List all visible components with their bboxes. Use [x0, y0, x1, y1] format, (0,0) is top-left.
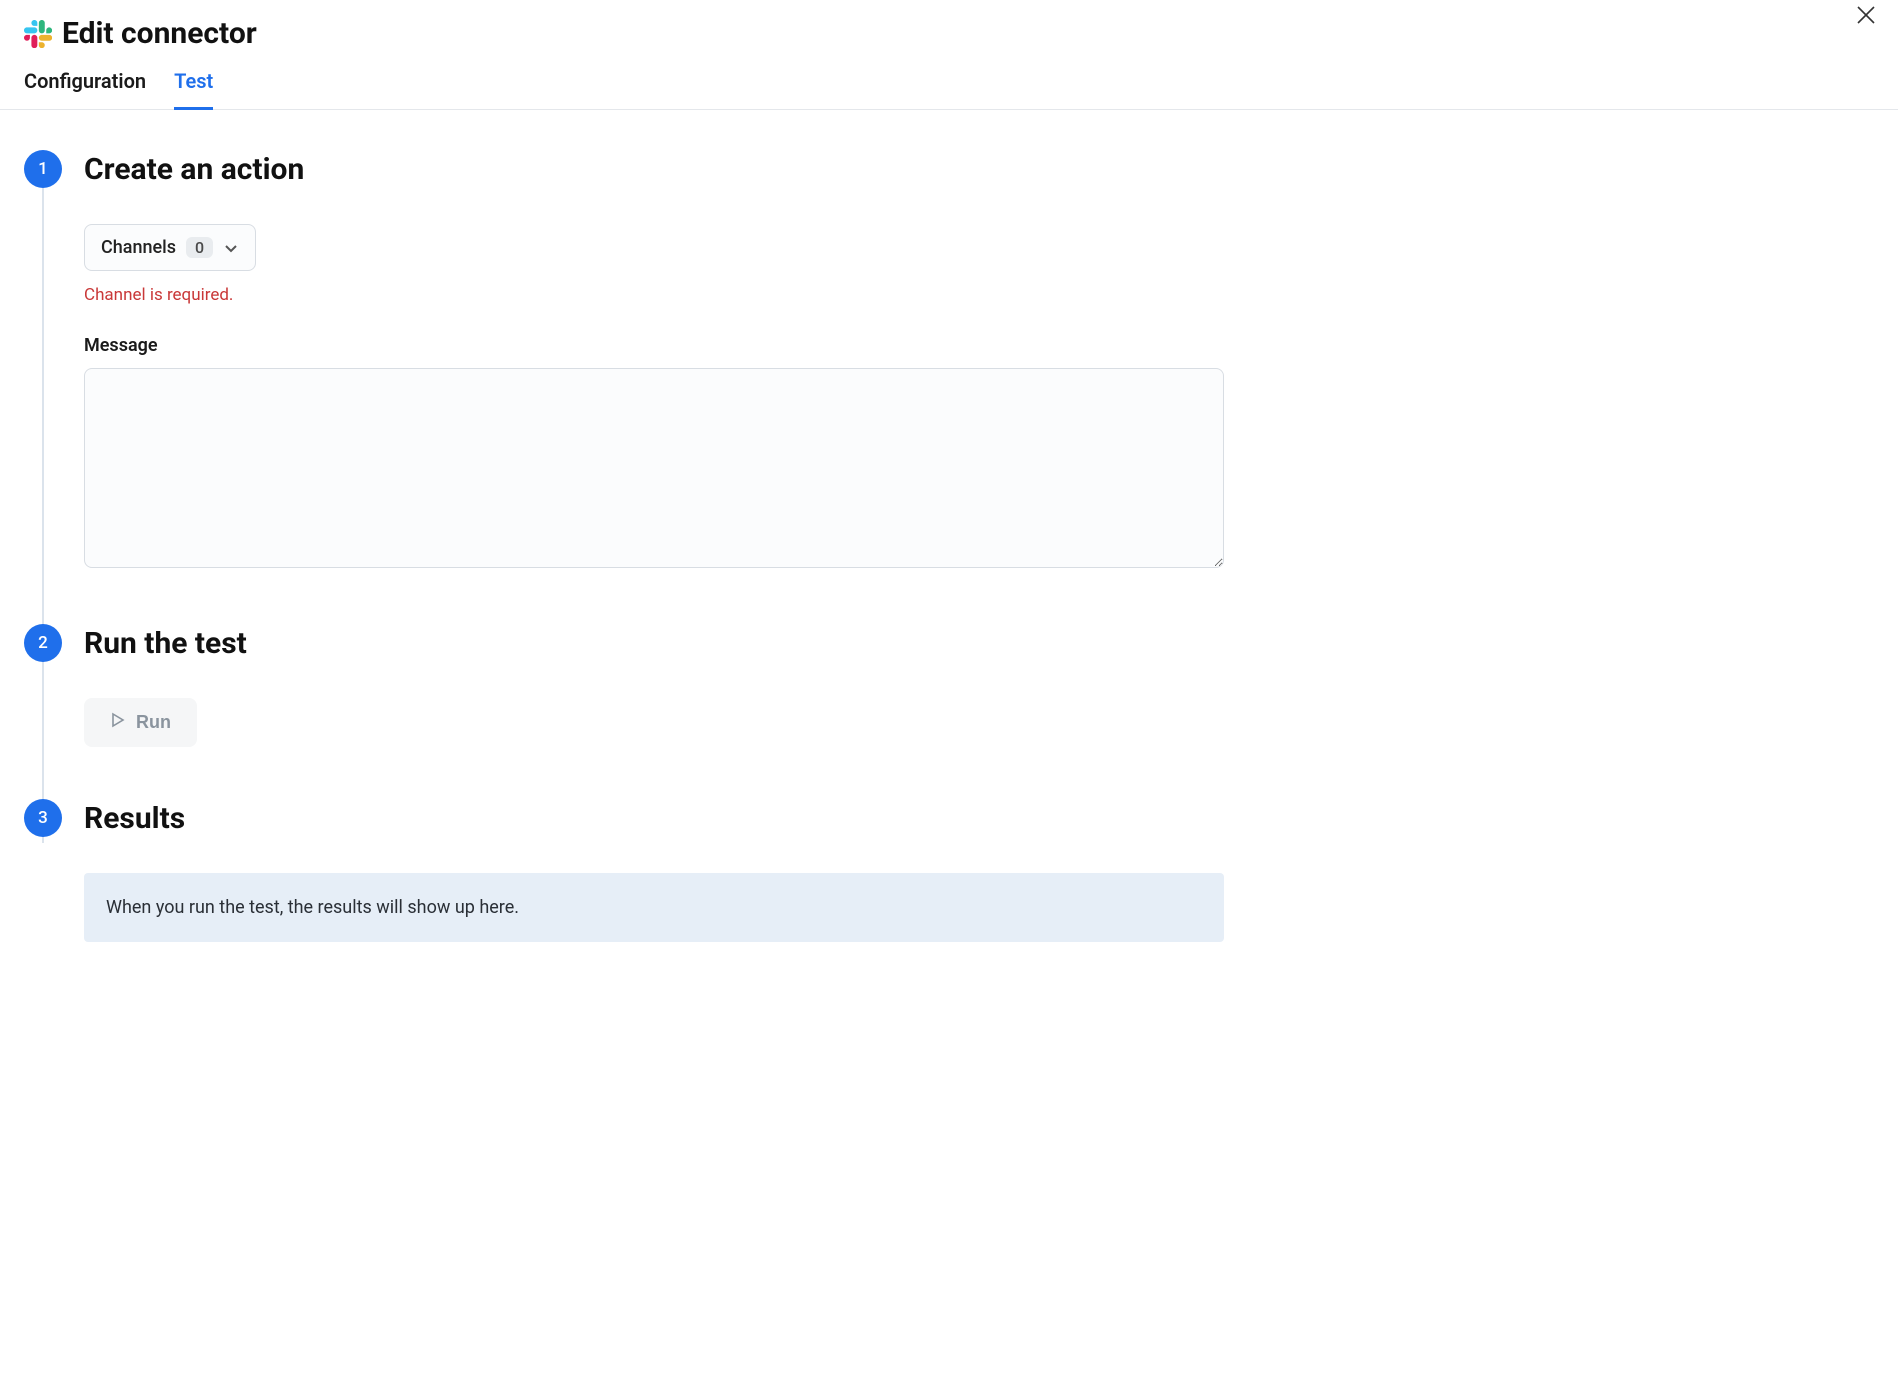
channels-error: Channel is required.	[84, 285, 1874, 305]
step-number-badge: 2	[24, 624, 62, 662]
step-run-test: 2 Run the test Run	[24, 624, 1874, 799]
chevron-down-icon	[223, 240, 239, 256]
message-label: Message	[84, 335, 1874, 356]
step-results: 3 Results When you run the test, the res…	[24, 799, 1874, 962]
slack-icon	[24, 20, 52, 48]
dropdown-count: 0	[186, 237, 213, 258]
close-button[interactable]	[1852, 2, 1880, 30]
step-create-action: 1 Create an action Channels 0 Channel is…	[24, 150, 1874, 624]
step-number-badge: 3	[24, 799, 62, 837]
step-connector-line	[42, 188, 44, 668]
run-button-label: Run	[136, 712, 171, 733]
channels-dropdown[interactable]: Channels 0	[84, 224, 256, 271]
step-number-badge: 1	[24, 150, 62, 188]
header: Edit connector	[0, 0, 1898, 51]
message-textarea[interactable]	[84, 368, 1224, 568]
step-title: Create an action	[84, 150, 1874, 188]
play-icon	[110, 712, 126, 733]
results-placeholder: When you run the test, the results will …	[84, 873, 1224, 942]
page-title: Edit connector	[62, 16, 257, 51]
step-title: Run the test	[84, 624, 1874, 662]
run-button[interactable]: Run	[84, 698, 197, 747]
tab-test[interactable]: Test	[174, 69, 213, 110]
content: 1 Create an action Channels 0 Channel is…	[0, 110, 1898, 986]
dropdown-label: Channels	[101, 237, 176, 258]
tab-configuration[interactable]: Configuration	[24, 69, 146, 110]
tabs: Configuration Test	[0, 51, 1898, 110]
step-title: Results	[84, 799, 1874, 837]
close-icon	[1856, 5, 1876, 28]
